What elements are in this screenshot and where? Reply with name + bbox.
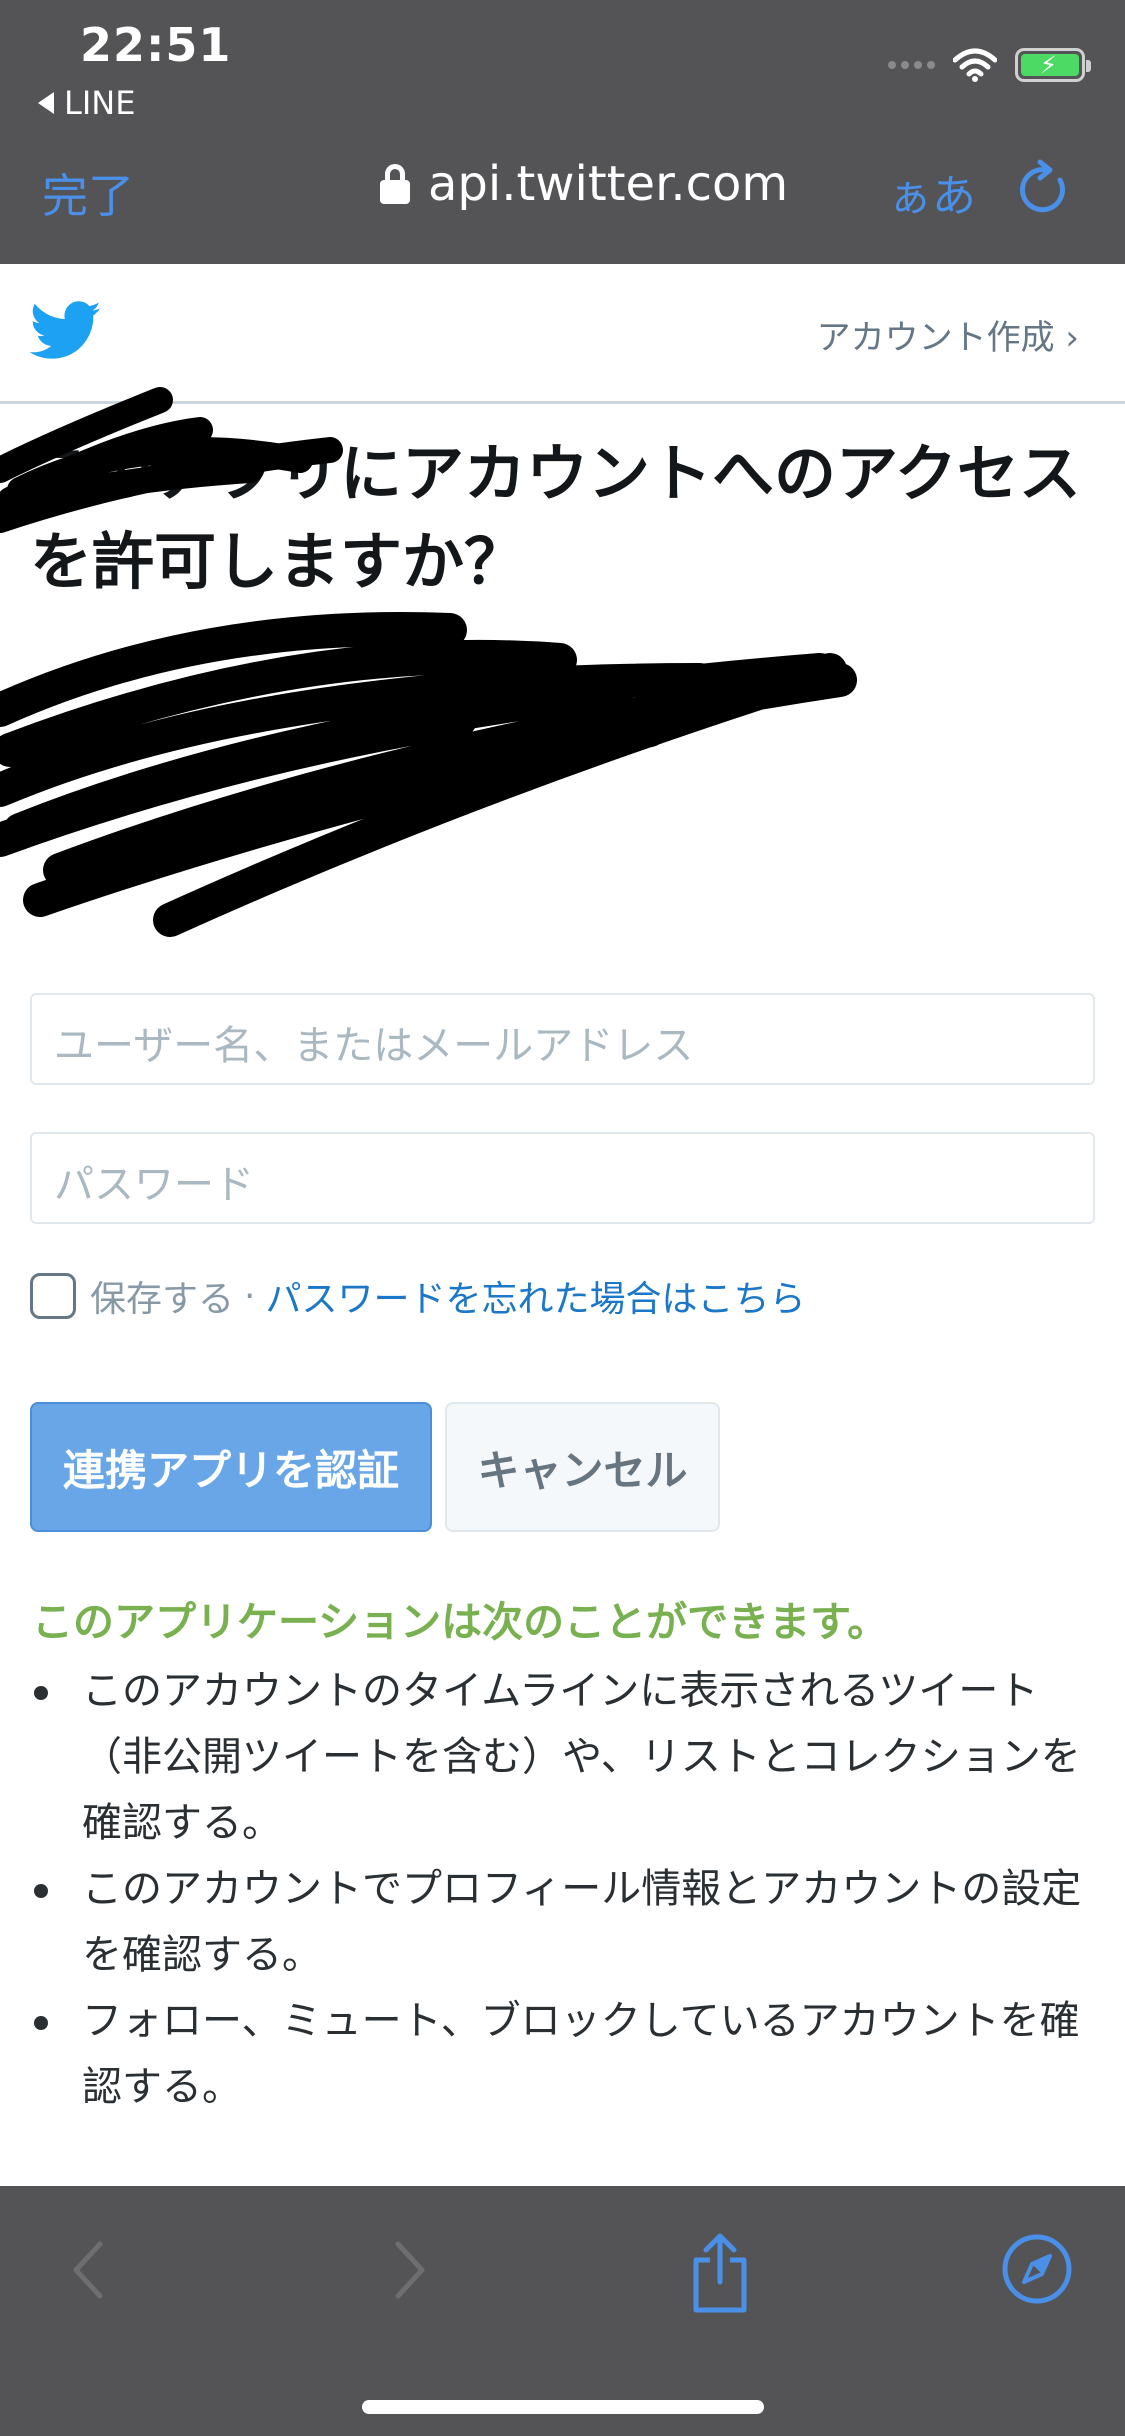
battery-icon: ⚡ xyxy=(1015,48,1091,82)
separator: · xyxy=(244,1275,256,1317)
create-account-link[interactable]: アカウント作成 › xyxy=(817,310,1079,359)
redaction-scribble-title xyxy=(0,387,343,533)
permission-text: このアカウントでプロフィール情報とアカウントの設定を確認する。 xyxy=(82,1866,1082,1978)
cancel-button[interactable]: キャンセル xyxy=(445,1402,720,1532)
bullet-icon xyxy=(34,1884,48,1898)
remember-row: 保存する · パスワードを忘れた場合はこちら xyxy=(30,1270,805,1322)
share-icon[interactable] xyxy=(688,2230,752,2314)
permission-text: このアカウントのタイムラインに表示されるツイート（非公開ツイートを含む）や、リス… xyxy=(82,1668,1081,1846)
url-text: api.twitter.com xyxy=(428,156,789,212)
home-indicator[interactable] xyxy=(362,2400,764,2414)
permissions-heading: このアプリケーションは次のことができます。 xyxy=(32,1598,889,1646)
wifi-icon xyxy=(953,48,997,82)
permissions-list: このアカウントのタイムラインに表示されるツイート（非公開ツイートを含む）や、リス… xyxy=(30,1658,1100,2120)
cellular-signal-icon xyxy=(888,61,935,69)
chevron-right-icon[interactable] xyxy=(388,2238,432,2302)
password-input[interactable]: パスワード xyxy=(30,1132,1095,1224)
chevron-left-icon[interactable] xyxy=(66,2238,110,2302)
permission-item: フォロー、ミュート、ブロックしているアカウントを確認する。 xyxy=(30,1988,1100,2120)
remember-checkbox[interactable] xyxy=(30,1273,76,1319)
forgot-password-link[interactable]: パスワードを忘れた場合はこちら xyxy=(265,1270,805,1322)
address-bar[interactable]: api.twitter.com xyxy=(380,156,788,212)
username-input[interactable]: ユーザー名、またはメールアドレス xyxy=(30,993,1095,1085)
authorize-app-button[interactable]: 連携アプリを認証 xyxy=(30,1402,432,1532)
text-size-button[interactable]: ぁあ xyxy=(888,160,976,224)
permission-item: このアカウントでプロフィール情報とアカウントの設定を確認する。 xyxy=(30,1856,1100,1988)
status-icons: ⚡ xyxy=(888,48,1091,82)
remember-label[interactable]: 保存する xyxy=(90,1270,234,1322)
permission-item: このアカウントのタイムラインに表示されるツイート（非公開ツイートを含む）や、リス… xyxy=(30,1658,1100,1856)
bullet-icon xyxy=(34,2016,48,2030)
permission-text: フォロー、ミュート、ブロックしているアカウントを確認する。 xyxy=(82,1998,1080,2110)
compass-icon[interactable] xyxy=(1000,2232,1074,2306)
browser-bottom-toolbar xyxy=(0,2186,1125,2436)
reload-icon[interactable] xyxy=(1016,158,1072,218)
bullet-icon xyxy=(34,1686,48,1700)
redaction-scribble-description xyxy=(0,612,857,937)
